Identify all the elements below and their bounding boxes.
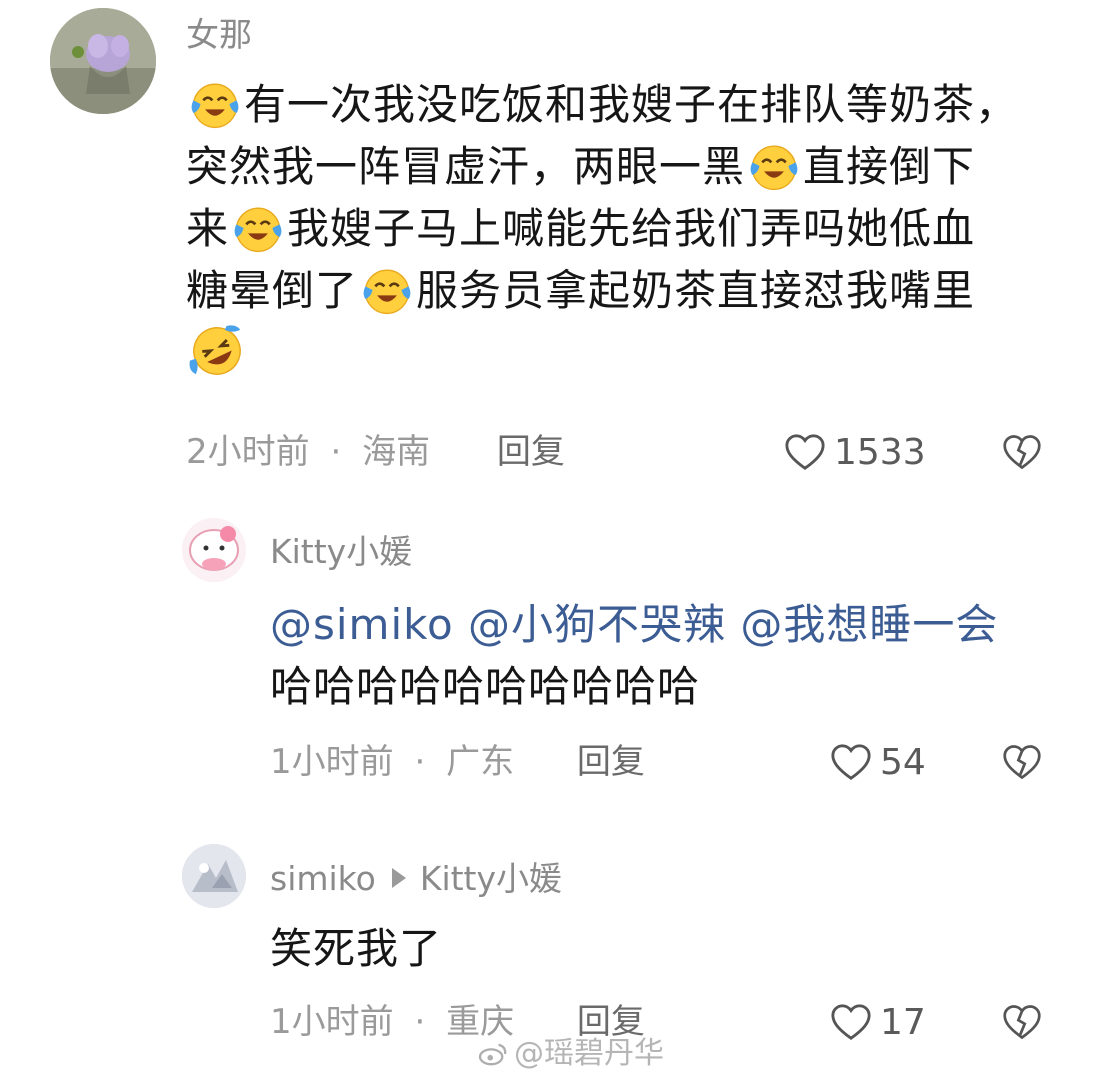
comment-text: @simiko @小狗不哭辣 @我想睡一会 哈哈哈哈哈哈哈哈哈哈 (270, 594, 1070, 718)
like-count: 17 (880, 1001, 926, 1043)
broken-heart-icon[interactable] (1002, 742, 1042, 782)
text-line: 有一次我没吃饭和我嫂子在排队等奶茶， (186, 74, 1076, 136)
location: 广东 (446, 742, 515, 782)
timestamp: 2小时前 (186, 432, 310, 472)
timestamp: 1小时前 (270, 1002, 394, 1042)
watermark-text: @瑶碧丹华 (514, 1036, 664, 1071)
broken-heart-icon[interactable] (1002, 432, 1042, 472)
text-line: 来 我嫂子马上喊能先给我们弄吗她低血 (186, 198, 1076, 260)
broken-heart-icon[interactable] (1002, 1002, 1042, 1042)
separator: · (414, 742, 426, 782)
like-button[interactable]: 1533 (784, 430, 926, 474)
reply-arrow-icon (391, 868, 406, 888)
comment-text: 有一次我没吃饭和我嫂子在排队等奶茶， 突然我一阵冒虚汗，两眼一黑 直接倒下 来 … (186, 74, 1076, 385)
comment-text: 笑死我了 (270, 918, 1070, 980)
timestamp: 1小时前 (270, 742, 394, 782)
text-line: 笑死我了 (270, 924, 443, 973)
crying-laughing-emoji (191, 83, 239, 129)
separator: · (414, 1002, 426, 1042)
separator: · (330, 432, 342, 472)
mention-list[interactable]: @simiko @小狗不哭辣 @我想睡一会 (270, 594, 1070, 656)
like-count: 54 (880, 741, 926, 783)
text-line: 突然我一阵冒虚汗，两眼一黑 直接倒下 (186, 136, 1076, 198)
crying-laughing-emoji (750, 145, 798, 191)
username[interactable]: 女那 (186, 18, 252, 51)
comment-meta: 2小时前 · 海南 回复 (186, 430, 565, 474)
avatar[interactable] (50, 8, 156, 114)
rolling-laughing-emoji (189, 325, 241, 375)
like-button[interactable]: 54 (830, 740, 926, 784)
location: 海南 (362, 432, 431, 472)
comment-meta: 1小时前 · 广东 回复 (270, 740, 645, 784)
heart-icon (831, 744, 871, 780)
like-count: 1533 (834, 431, 926, 473)
watermark: @瑶碧丹华 (478, 1028, 664, 1072)
heart-icon (785, 434, 825, 470)
reply-button[interactable]: 回复 (577, 742, 645, 782)
like-button[interactable]: 17 (830, 1000, 926, 1044)
avatar[interactable] (182, 518, 246, 582)
crying-laughing-emoji (363, 269, 411, 315)
avatar[interactable] (182, 844, 246, 908)
reply-button[interactable]: 回复 (497, 432, 565, 472)
text-line: 哈哈哈哈哈哈哈哈哈哈 (270, 662, 701, 711)
crying-laughing-emoji (234, 207, 282, 253)
reply-target[interactable]: Kitty小媛 (420, 859, 562, 898)
heart-icon (831, 1004, 871, 1040)
username[interactable]: Kitty小媛 (270, 535, 412, 568)
text-line (186, 322, 1076, 385)
text-line: 糖晕倒了 服务员拿起奶茶直接怼我嘴里 (186, 260, 1076, 322)
username-line: simiko Kitty小媛 (270, 862, 562, 895)
weibo-icon (478, 1043, 507, 1066)
username[interactable]: simiko (270, 859, 376, 898)
